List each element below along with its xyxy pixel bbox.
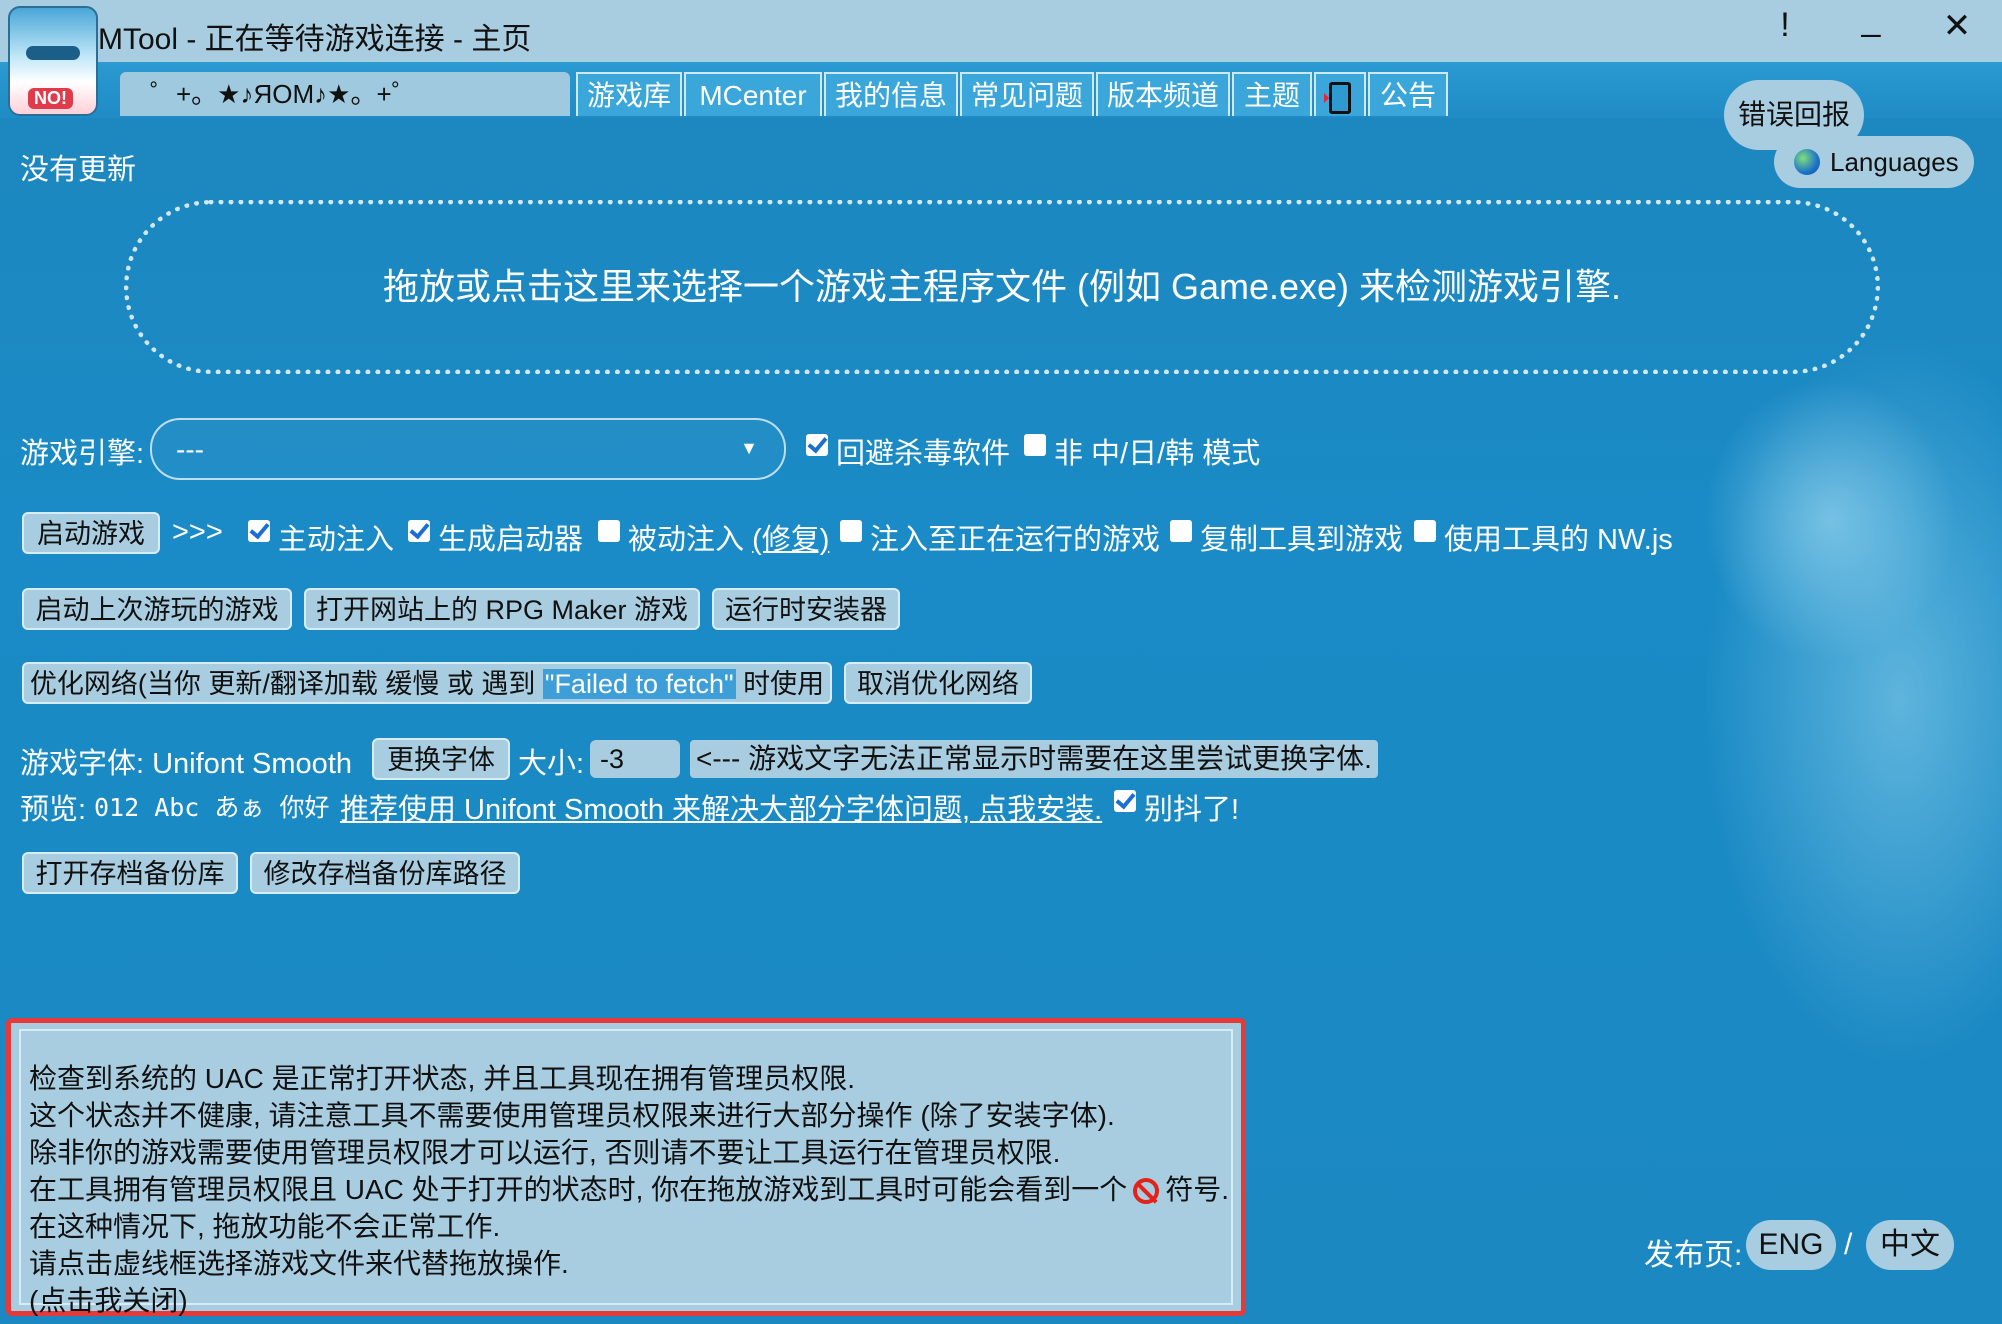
avoid-antivirus-label: 回避杀毒软件	[836, 438, 1011, 470]
launch-game-button[interactable]: 启动游戏	[22, 512, 160, 554]
open-web-rpgmaker-button[interactable]: 打开网站上的 RPG Maker 游戏	[304, 588, 700, 630]
release-eng-button[interactable]: ENG	[1746, 1220, 1836, 1270]
font-size-label: 大小:	[518, 748, 585, 780]
avatar-badge: NO!	[28, 88, 73, 109]
optimize-network-highlight: "Failed to fetch"	[542, 669, 736, 699]
tab-my-info[interactable]: 我的信息	[824, 72, 958, 116]
tab-game-library[interactable]: 游戏库	[576, 72, 682, 116]
uac-notice-inner: 检查到系统的 UAC 是正常打开状态, 并且工具现在拥有管理员权限. 这个状态并…	[19, 1029, 1233, 1316]
update-status: 没有更新	[20, 154, 137, 186]
install-unifont-link[interactable]: 推荐使用 Unifont Smooth 来解决大部分字体问题, 点我安装.	[340, 786, 1102, 828]
avatar: NO!	[8, 6, 98, 116]
use-nwjs-checkbox[interactable]	[1414, 520, 1436, 542]
chevron-down-icon: ▼	[740, 438, 758, 458]
tab-version-channel[interactable]: 版本频道	[1096, 72, 1230, 116]
preview-sample: 012 Abc あぁ 你好	[94, 793, 330, 822]
cancel-optimize-network-button[interactable]: 取消优化网络	[844, 662, 1032, 704]
notice-line-4-text: 在工具拥有管理员权限且 UAC 处于打开的状态时, 你在拖放游戏到工具时可能会看…	[29, 1174, 1128, 1205]
preview-label: 预览:	[20, 794, 87, 826]
engine-select[interactable]: --- ▼	[150, 418, 786, 480]
close-button[interactable]: ✕	[1932, 6, 1982, 46]
font-hint: <--- 游戏文字无法正常显示时需要在这里尝试更换字体.	[690, 740, 1378, 778]
non-cjk-label: 非 中/日/韩 模式	[1054, 438, 1261, 470]
inject-running-label: 注入至正在运行的游戏	[870, 524, 1161, 556]
release-zh-button[interactable]: 中文	[1866, 1220, 1954, 1270]
copy-tool-checkbox[interactable]	[1170, 520, 1192, 542]
report-icon[interactable]: !	[1760, 6, 1810, 45]
tab-announcements[interactable]: 公告	[1368, 72, 1448, 116]
title-bar: MTool - 正在等待游戏连接 - 主页 ! _ ✕	[0, 0, 2002, 62]
tab-strip: ゜+。★♪ЯOM♪★。+゜ 游戏库 MCenter 我的信息 常见问题 版本频道…	[0, 62, 2002, 118]
passive-inject-fix-link[interactable]: (修复)	[752, 524, 829, 556]
use-nwjs-label: 使用工具的 NW.js	[1444, 524, 1673, 556]
avoid-antivirus-checkbox[interactable]	[806, 434, 828, 456]
inject-running-checkbox[interactable]	[840, 520, 862, 542]
globe-icon	[1794, 149, 1820, 175]
avatar-eyes	[26, 46, 80, 60]
notice-line-5: 在这种情况下, 拖放功能不会正常工作.	[29, 1211, 501, 1242]
prohibited-icon	[1133, 1178, 1160, 1204]
optimize-network-text-b: 时使用	[735, 669, 825, 699]
launch-last-game-button[interactable]: 启动上次游玩的游戏	[22, 588, 292, 630]
notice-line-1: 检查到系统的 UAC 是正常打开状态, 并且工具现在拥有管理员权限.	[29, 1063, 856, 1094]
mtool-window: MTool - 正在等待游戏连接 - 主页 ! _ ✕ ゜+。★♪ЯOM♪★。+…	[0, 0, 2002, 1324]
no-shake-checkbox[interactable]	[1114, 790, 1136, 812]
mobile-icon	[1324, 81, 1351, 114]
font-size-input[interactable]: -3	[590, 740, 680, 778]
release-page-label: 发布页:	[1644, 1239, 1743, 1272]
engine-label: 游戏引擎:	[20, 438, 145, 470]
uac-notice-panel[interactable]: 检查到系统的 UAC 是正常打开状态, 并且工具现在拥有管理员权限. 这个状态并…	[6, 1018, 1246, 1316]
notice-line-2: 这个状态并不健康, 请注意工具不需要使用管理员权限来进行大部分操作 (除了安装字…	[29, 1100, 1115, 1131]
launch-arrows: >>>	[172, 516, 223, 548]
copy-tool-label: 复制工具到游戏	[1200, 524, 1404, 556]
non-cjk-checkbox[interactable]	[1024, 434, 1046, 456]
change-font-button[interactable]: 更换字体	[372, 738, 510, 780]
tab-mobile[interactable]	[1314, 72, 1366, 116]
notice-line-3: 除非你的游戏需要使用管理员权限才可以运行, 否则请不要让工具运行在管理员权限.	[29, 1137, 1061, 1168]
notice-line-4-end: 符号.	[1165, 1174, 1230, 1205]
no-shake-label: 别抖了!	[1144, 794, 1240, 826]
tab-faq[interactable]: 常见问题	[960, 72, 1094, 116]
open-save-backup-button[interactable]: 打开存档备份库	[22, 852, 238, 894]
game-font-label: 游戏字体: Unifont Smooth	[20, 748, 352, 780]
notice-line-6: 请点击虚线框选择游戏文件来代替拖放操作.	[29, 1248, 569, 1279]
active-inject-checkbox[interactable]	[248, 520, 270, 542]
change-backup-path-button[interactable]: 修改存档备份库路径	[250, 852, 520, 894]
gen-launcher-label: 生成启动器	[438, 524, 584, 556]
gen-launcher-checkbox[interactable]	[408, 520, 430, 542]
window-title: MTool - 正在等待游戏连接 - 主页	[98, 23, 532, 56]
minimize-button[interactable]: _	[1846, 0, 1896, 39]
notice-close-hint[interactable]: (点击我关闭)	[29, 1279, 188, 1319]
tab-theme[interactable]: 主题	[1232, 72, 1312, 116]
active-inject-label: 主动注入	[278, 524, 395, 556]
tab-mcenter[interactable]: MCenter	[684, 72, 822, 116]
drop-zone-text: 拖放或点击这里来选择一个游戏主程序文件 (例如 Game.exe) 来检测游戏引…	[382, 266, 1622, 307]
engine-select-value: ---	[176, 434, 204, 465]
passive-inject-checkbox[interactable]	[598, 520, 620, 542]
release-separator: /	[1844, 1228, 1853, 1261]
game-drop-zone[interactable]: 拖放或点击这里来选择一个游戏主程序文件 (例如 Game.exe) 来检测游戏引…	[124, 200, 1880, 374]
optimize-network-button[interactable]: 优化网络(当你 更新/翻译加载 缓慢 或 遇到 "Failed to fetch…	[22, 662, 832, 704]
languages-label: Languages	[1830, 147, 1959, 177]
passive-inject-label: 被动注入 (修复)	[628, 516, 829, 558]
motto-text: ゜+。★♪ЯOM♪★。+゜	[120, 72, 570, 116]
optimize-network-text-a: 优化网络(当你 更新/翻译加载 缓慢 或 遇到	[29, 669, 543, 699]
passive-inject-text: 被动注入	[628, 524, 753, 556]
languages-button[interactable]: Languages	[1774, 136, 1974, 188]
notice-line-4: 在工具拥有管理员权限且 UAC 处于打开的状态时, 你在拖放游戏到工具时可能会看…	[29, 1168, 1229, 1208]
runtime-installer-button[interactable]: 运行时安装器	[712, 588, 900, 630]
